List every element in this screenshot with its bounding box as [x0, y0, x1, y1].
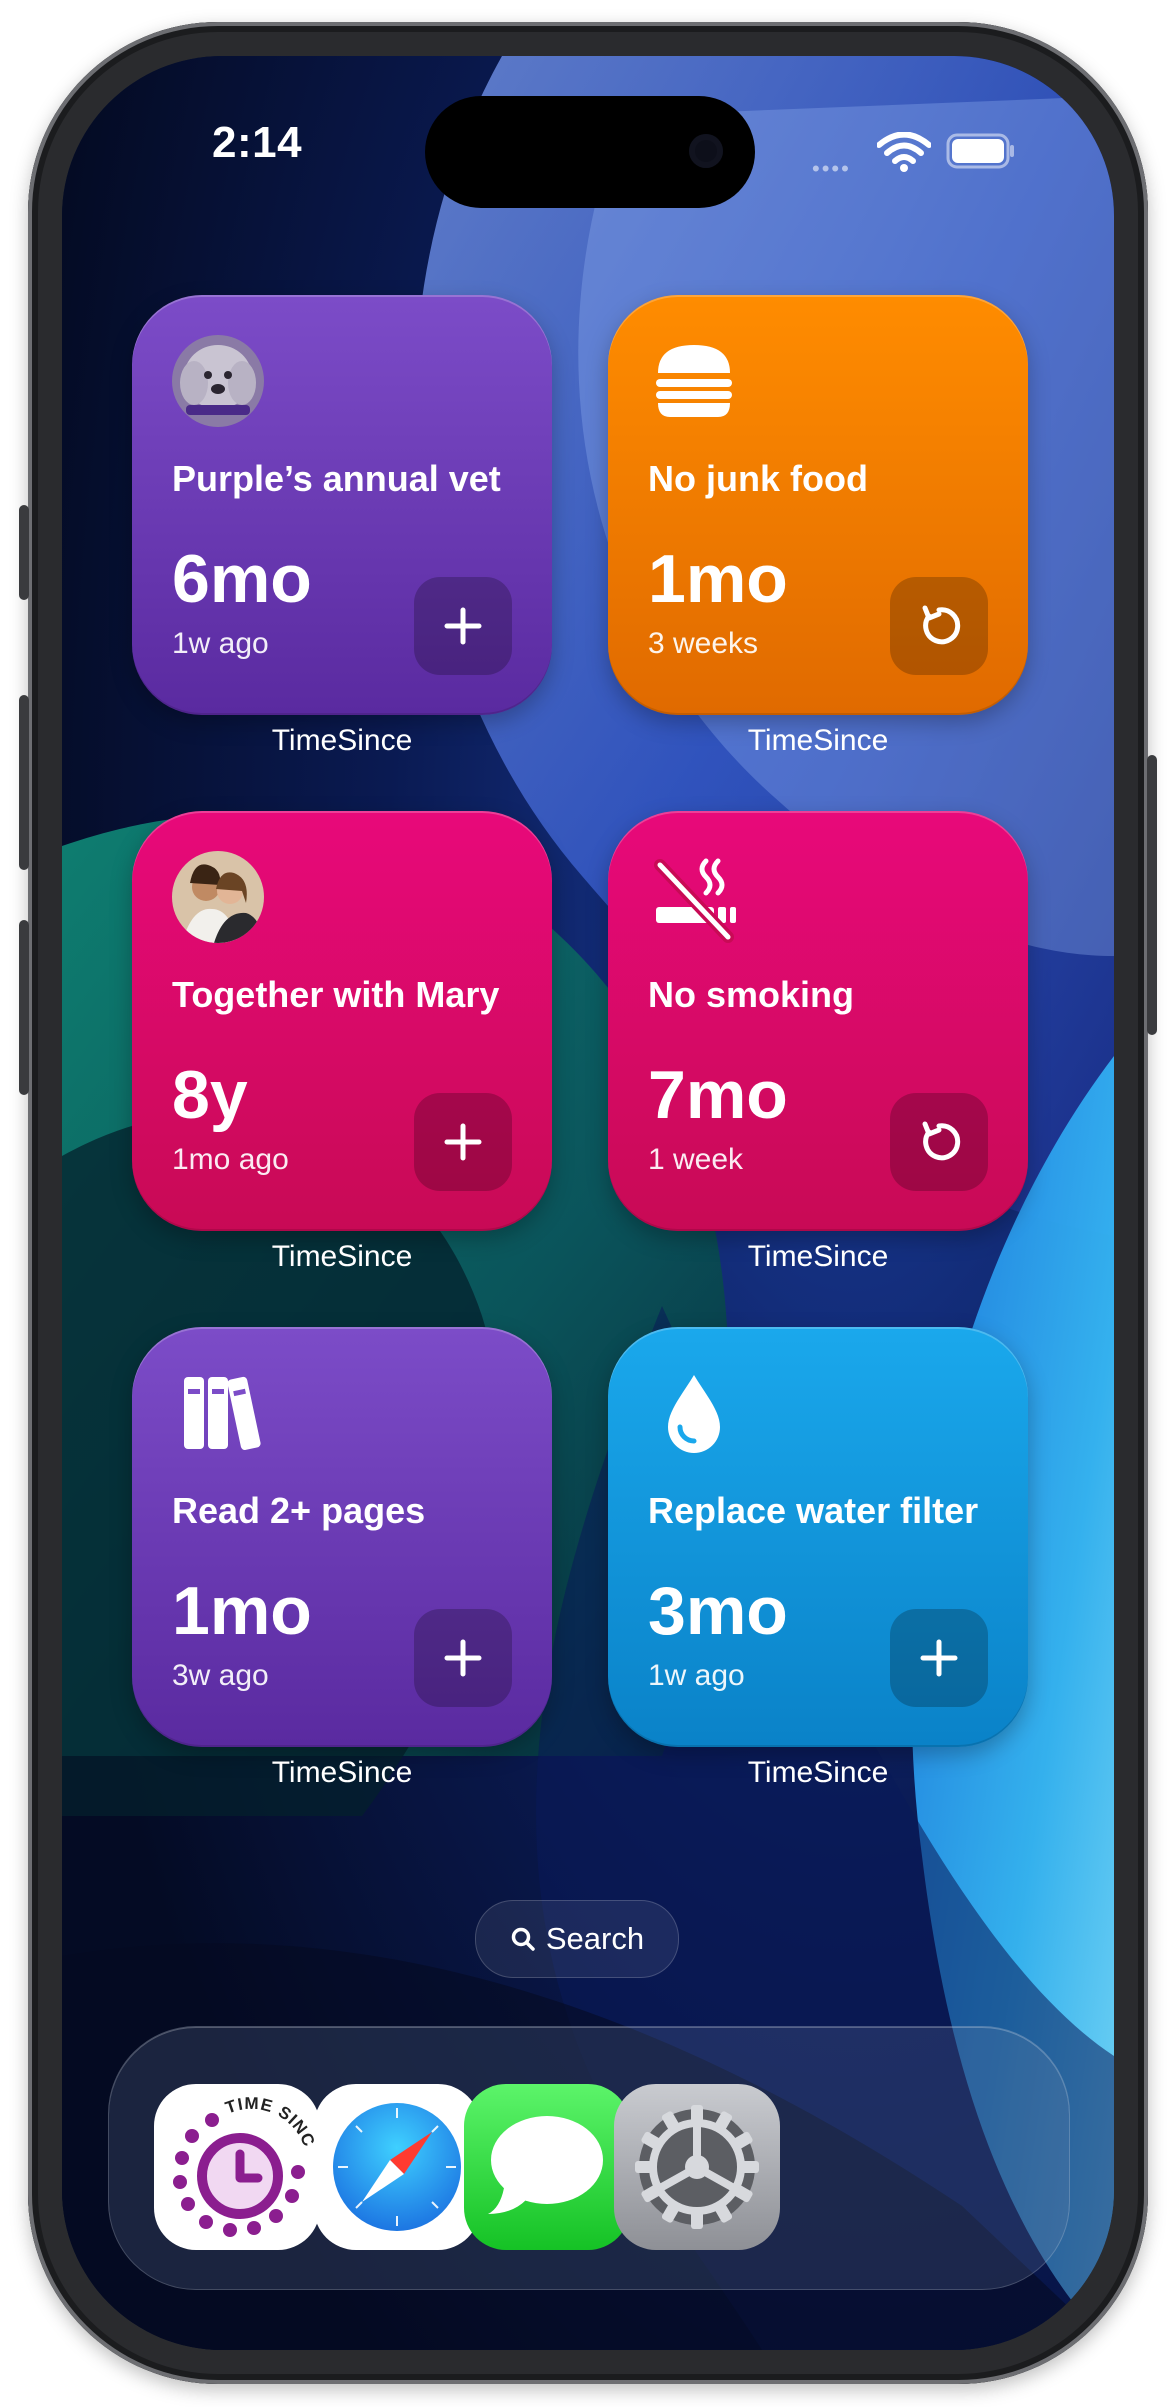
widget-subtitle: 1w ago — [648, 1659, 745, 1692]
no-smoking-icon — [654, 858, 736, 943]
app-icon-settings[interactable] — [614, 2084, 780, 2250]
widget-subtitle: 3w ago — [172, 1659, 269, 1692]
widget-subtitle: 1w ago — [172, 627, 269, 660]
add-button[interactable] — [414, 577, 512, 675]
add-button[interactable] — [414, 1093, 512, 1191]
widget-value: 8y — [172, 1057, 248, 1133]
widget-app-label: TimeSince — [747, 1756, 889, 1789]
widget-app-label: TimeSince — [747, 1240, 889, 1273]
reset-arrow-icon — [922, 1121, 961, 1161]
app-icon-safari[interactable] — [314, 2084, 480, 2250]
widget-app-label: TimeSince — [747, 724, 889, 757]
reset-arrow-icon — [922, 605, 961, 645]
search-icon — [511, 1927, 535, 1951]
front-camera-icon — [689, 134, 723, 168]
widget-title: Replace water filter — [648, 1490, 979, 1531]
app-icon-messages[interactable] — [464, 2084, 630, 2250]
widget-title: Read 2+ pages — [172, 1490, 426, 1531]
status-time: 2:14 — [212, 118, 303, 167]
volume-down-button — [19, 920, 29, 1095]
home-screen: 2:14 •••• Purple’s annual vet 6mo 1w ago… — [62, 56, 1114, 2350]
widget-app-label: TimeSince — [271, 1240, 413, 1273]
plus-icon — [444, 607, 482, 645]
widget-read-2-pages[interactable]: Read 2+ pages 1mo 3w ago — [132, 1327, 552, 1747]
plus-icon — [444, 1639, 482, 1677]
dog-avatar-icon — [172, 335, 264, 427]
widget-value: 1mo — [172, 1573, 312, 1649]
widget-value: 6mo — [172, 541, 312, 617]
action-button — [19, 505, 29, 600]
app-icon-timesince[interactable]: TIME SINCE — [154, 2084, 320, 2250]
compass-icon — [333, 2103, 461, 2231]
widget-purples-annual-vet[interactable]: Purple’s annual vet 6mo 1w ago — [132, 295, 552, 715]
plus-icon — [920, 1639, 958, 1677]
widget-together-with-mary[interactable]: Together with Mary 8y 1mo ago — [132, 811, 552, 1231]
add-button[interactable] — [890, 1609, 988, 1707]
widget-subtitle: 1 week — [648, 1143, 744, 1176]
widget-value: 7mo — [648, 1057, 788, 1133]
search-label: Search — [545, 1921, 645, 1956]
widget-no-junk-food[interactable]: No junk food 1mo 3 weeks — [608, 295, 1028, 715]
widget-value: 1mo — [648, 541, 788, 617]
books-icon — [184, 1376, 261, 1450]
power-button — [1147, 755, 1157, 1035]
cellular-signal-icon: •••• — [812, 156, 851, 181]
widget-title: No junk food — [648, 458, 868, 499]
volume-up-button — [19, 695, 29, 870]
dynamic-island — [425, 96, 755, 208]
widget-subtitle: 1mo ago — [172, 1143, 289, 1176]
wifi-icon — [877, 132, 931, 172]
battery-icon — [946, 133, 1014, 169]
widget-title: Purple’s annual vet — [172, 458, 501, 499]
search-button[interactable]: Search — [475, 1900, 679, 1978]
widget-app-label: TimeSince — [271, 724, 413, 757]
widget-title: No smoking — [648, 974, 855, 1015]
timesince-clock-icon: TIME SINCE — [154, 2084, 318, 2237]
couple-avatar-icon — [172, 851, 264, 943]
reset-button[interactable] — [890, 1093, 988, 1191]
widget-title: Together with Mary — [172, 974, 500, 1015]
water-drop-icon — [668, 1375, 720, 1453]
widget-value: 3mo — [648, 1573, 788, 1649]
widget-app-label: TimeSince — [271, 1756, 413, 1789]
speech-bubble-icon — [488, 2116, 603, 2214]
widget-subtitle: 3 weeks — [648, 627, 759, 660]
reset-button[interactable] — [890, 577, 988, 675]
plus-icon — [444, 1123, 482, 1161]
add-button[interactable] — [414, 1609, 512, 1707]
widget-replace-water-filter[interactable]: Replace water filter 3mo 1w ago — [608, 1327, 1028, 1747]
burger-icon — [656, 345, 732, 417]
widget-no-smoking[interactable]: No smoking 7mo 1 week — [608, 811, 1028, 1231]
gear-icon — [635, 2105, 759, 2229]
